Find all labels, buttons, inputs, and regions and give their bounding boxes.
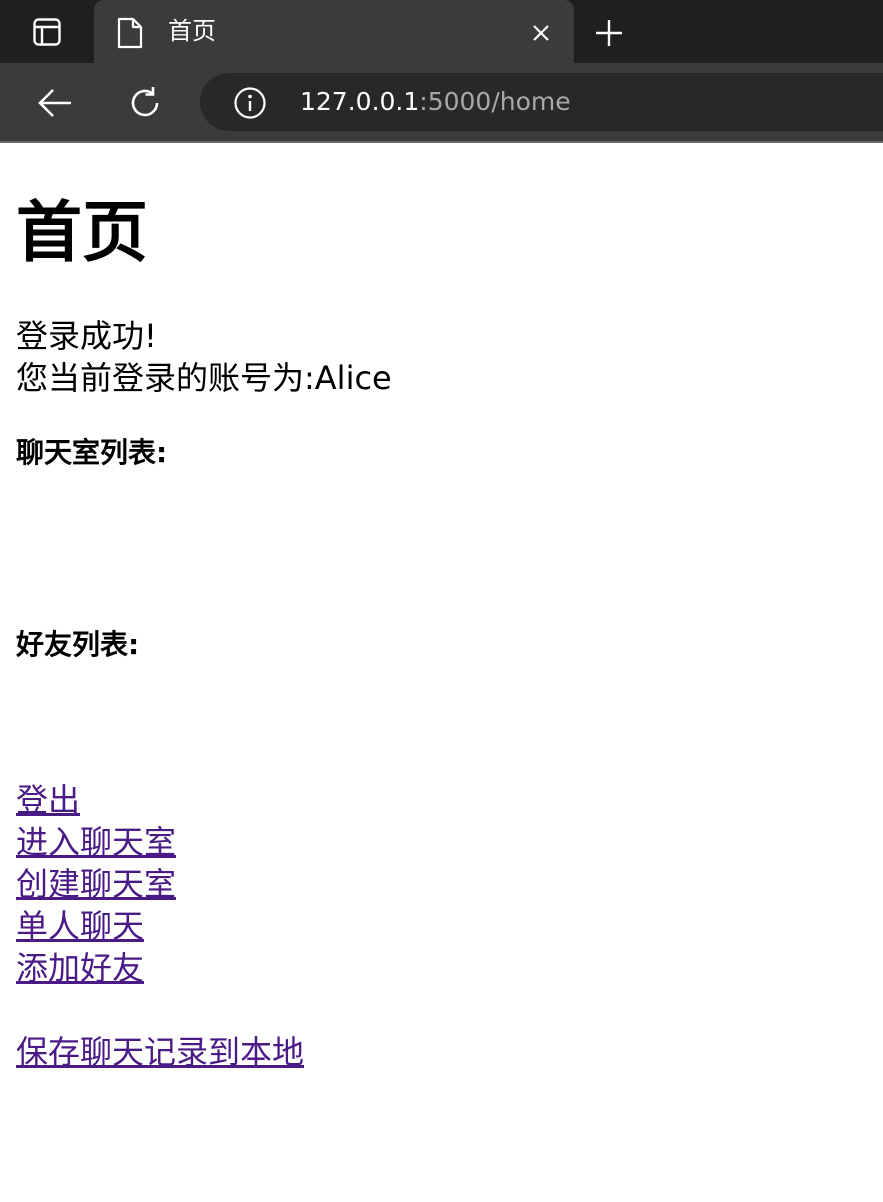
browser-chrome: 首页 127.0.0.1:5000/home	[0, 0, 883, 143]
logout-link[interactable]: 登出	[16, 779, 80, 821]
tab-actions-button[interactable]	[16, 12, 78, 52]
account-line: 您当前登录的账号为:Alice	[16, 359, 392, 397]
tab-strip: 首页	[0, 0, 883, 63]
address-bar[interactable]: 127.0.0.1:5000/home	[200, 73, 883, 131]
tab-home[interactable]: 首页	[94, 0, 574, 63]
friend-list-heading: 好友列表:	[16, 628, 140, 661]
toolbar-divider	[0, 141, 883, 143]
new-tab-button[interactable]	[590, 14, 628, 52]
reload-icon	[131, 87, 159, 117]
tab-close-button[interactable]	[526, 18, 556, 48]
back-button[interactable]	[34, 83, 76, 123]
add-friend-link[interactable]: 添加好友	[16, 947, 144, 989]
document-icon	[117, 17, 143, 49]
url-text[interactable]: 127.0.0.1:5000/home	[300, 84, 571, 120]
tab-title: 首页	[168, 17, 216, 45]
private-chat-link[interactable]: 单人聊天	[16, 905, 144, 947]
create-chatroom-link[interactable]: 创建聊天室	[16, 863, 176, 905]
chatroom-list-heading: 聊天室列表:	[16, 436, 168, 469]
url-host: 127.0.0.1	[300, 87, 420, 116]
enter-chatroom-link[interactable]: 进入聊天室	[16, 821, 176, 863]
reload-button[interactable]	[124, 83, 166, 123]
info-icon[interactable]	[233, 86, 267, 120]
tab-actions-icon	[33, 18, 61, 46]
plus-icon	[596, 20, 622, 46]
url-path: :5000/home	[419, 87, 571, 116]
login-status: 登录成功!	[16, 317, 157, 355]
back-arrow-icon	[38, 89, 71, 117]
close-icon	[533, 25, 549, 41]
browser-toolbar: 127.0.0.1:5000/home	[0, 63, 883, 141]
save-chat-history-link[interactable]: 保存聊天记录到本地	[16, 1031, 304, 1073]
page-title: 首页	[16, 194, 148, 271]
